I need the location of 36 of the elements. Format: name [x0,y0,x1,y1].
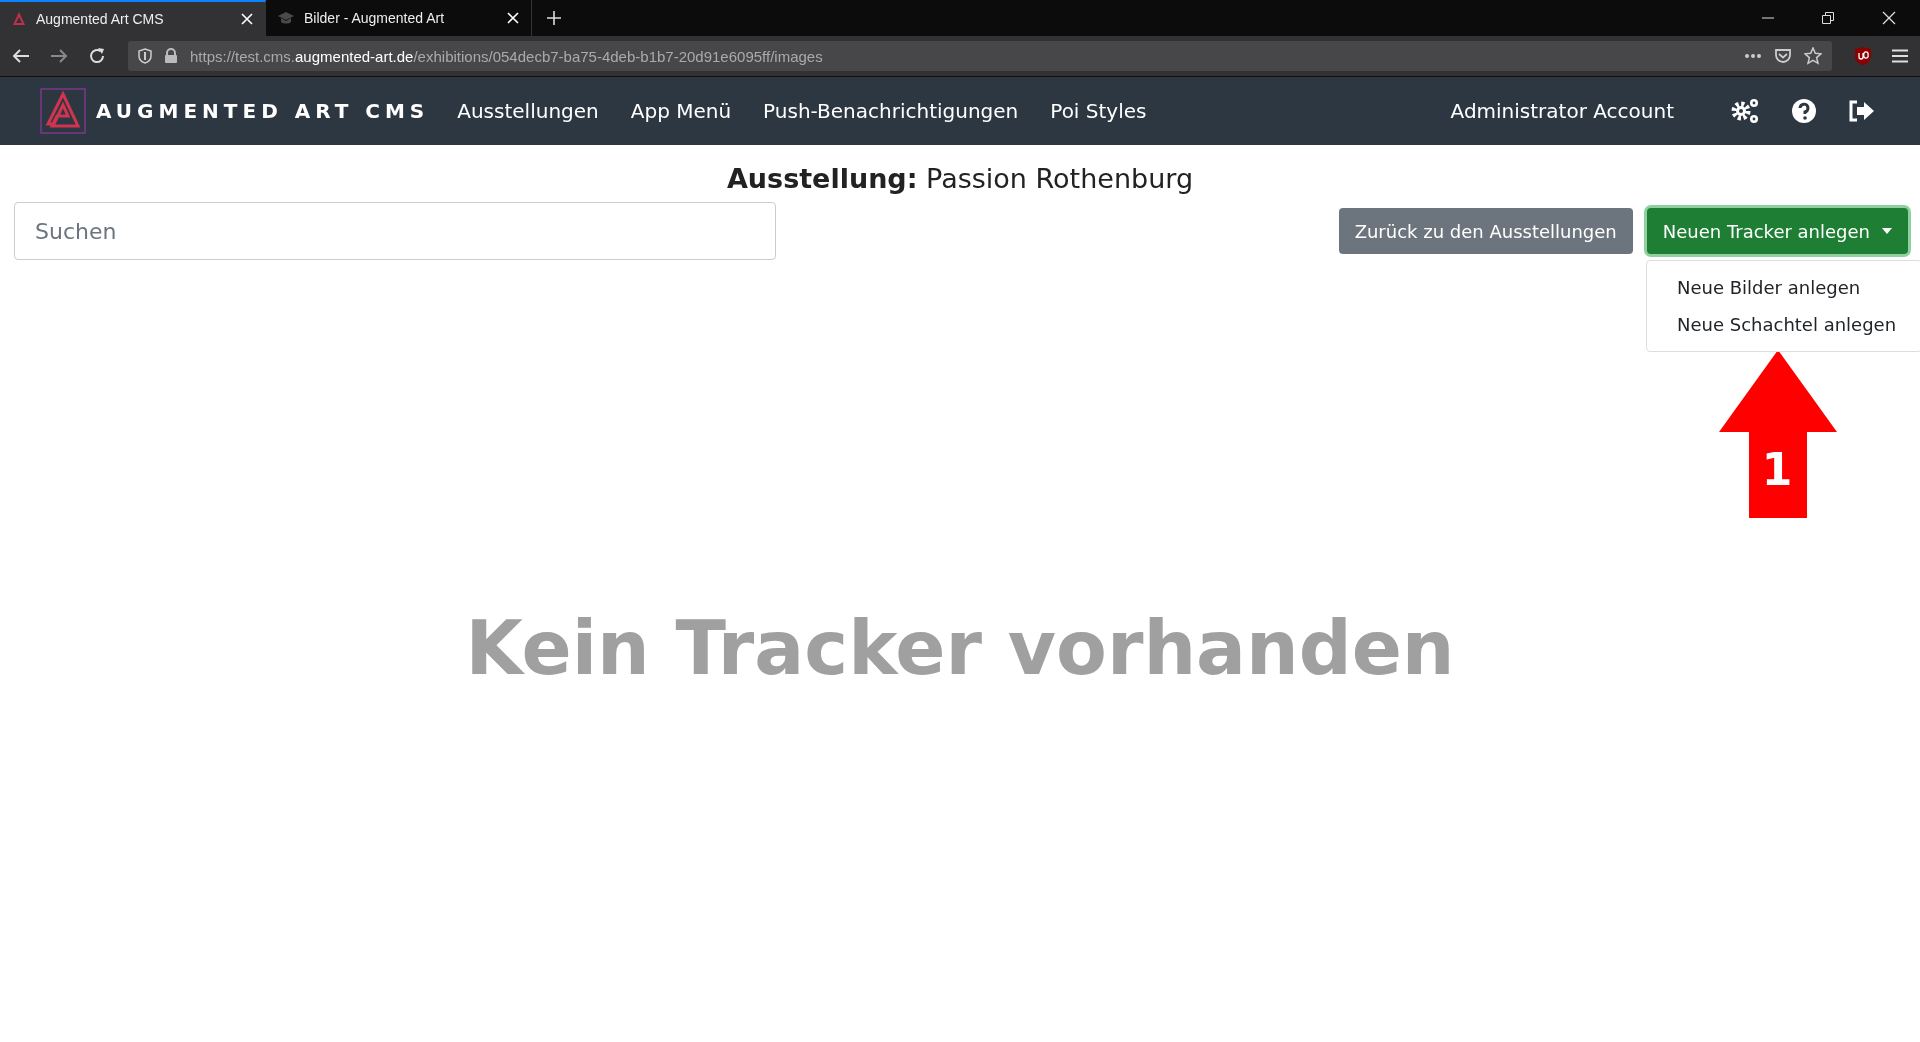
shield-extension-icon[interactable] [1854,46,1872,66]
logout-icon[interactable] [1847,99,1875,123]
more-icon[interactable] [1744,53,1762,59]
search-field[interactable]: Suchen [14,202,776,260]
back-button[interactable]: Zurück zu den Ausstellungen [1338,208,1633,254]
nav-link[interactable]: App Menü [614,99,748,123]
logo-icon [12,11,26,27]
nav-link[interactable]: Push-Benachrichtigungen [747,99,1035,123]
brand-name[interactable]: AUGMENTED ART CMS [96,99,430,123]
plus-icon[interactable] [546,10,562,26]
pocket-icon[interactable] [1774,48,1792,64]
menu-item[interactable]: Neue Bilder anlegen [1647,269,1920,306]
dropdown-button[interactable]: Neuen Tracker anlegen [1646,208,1908,254]
annotation-number: 1 [1761,444,1793,495]
star-icon[interactable] [1804,47,1822,65]
address-bar[interactable]: https://test.cms.augmented-art.de/exhibitions/054decb7-ba75-4deb-b1b7-20d91e6095ff/images [128,41,1832,71]
forward-arrow-icon[interactable] [50,48,68,64]
caret-icon [1882,228,1892,234]
logo-icon[interactable] [40,88,86,134]
lock-icon [164,48,178,64]
exhibition-title: Ausstellung: Passion Rothenburg [725,163,1195,194]
empty-message: Kein Tracker vorhanden [464,605,1456,691]
menu-item[interactable]: Neue Schachtel anlegen [1647,306,1920,343]
browser-tab[interactable]: Augmented Art CMS [0,0,266,36]
nav-link[interactable]: Ausstellungen [441,99,615,123]
shield-icon [138,48,152,64]
graduation-cap-icon [278,11,294,25]
help-icon[interactable] [1791,98,1817,124]
reload-icon[interactable] [88,47,106,65]
close-icon[interactable] [1882,11,1896,25]
account-link[interactable]: Administrator Account [1434,99,1690,123]
url-text: https://test.cms.augmented-art.de/exhibitions/054decb7-ba75-4deb-b1b7-20d91e6095ff/images [190,47,823,65]
menu-icon[interactable] [1892,49,1908,63]
back-arrow-icon[interactable] [12,48,30,64]
restore-icon[interactable] [1822,12,1834,24]
nav-link[interactable]: Poi Styles [1034,99,1163,123]
